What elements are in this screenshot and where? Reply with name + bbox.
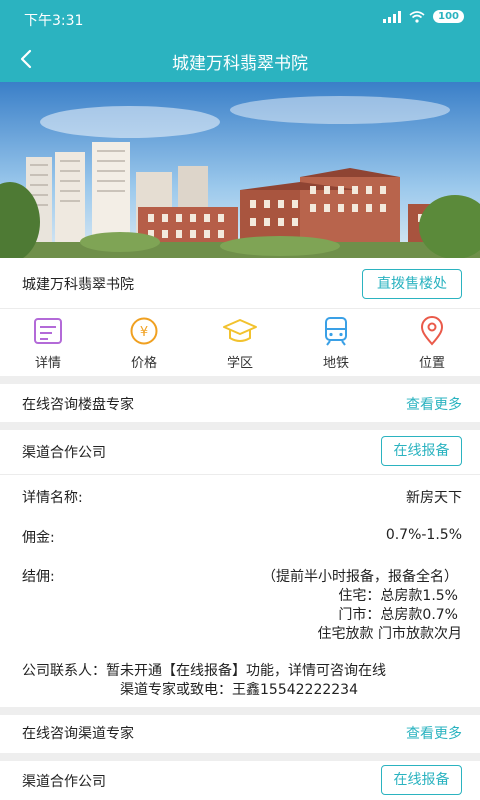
detail-name-label: 详情名称:	[22, 490, 83, 506]
nav-bar: 城建万科翡翠书院	[0, 36, 480, 82]
quick-action-school[interactable]: 学区	[192, 312, 288, 372]
subway-icon	[325, 317, 347, 346]
divider	[0, 308, 480, 309]
status-bar: 下午3:31 100	[0, 0, 480, 36]
section-gap	[0, 753, 480, 761]
quick-action-location[interactable]: 位置	[384, 312, 480, 372]
quick-action-label: 地铁	[322, 356, 349, 371]
quick-action-details[interactable]: 详情	[0, 312, 96, 372]
yen-coin-icon: ¥	[130, 317, 158, 345]
location-pin-icon	[420, 316, 444, 346]
project-banner-image	[0, 82, 480, 258]
section-gap	[0, 422, 480, 430]
quick-action-label: 位置	[418, 356, 445, 371]
partner-company-row: 渠道合作公司 在线报备	[0, 761, 480, 800]
contact-line-1: 公司联系人：暂未开通【在线报备】功能，详情可咨询在线	[22, 663, 386, 679]
section-gap	[0, 376, 480, 384]
quick-action-label: 价格	[130, 356, 157, 371]
status-time: 下午3:31	[24, 13, 84, 29]
consult-channel-row[interactable]: 在线咨询渠道专家 查看更多	[0, 715, 480, 753]
settlement-shop: 门市：总房款0.7%	[338, 607, 458, 623]
section-gap	[0, 707, 480, 715]
partner-company-label: 渠道合作公司	[22, 774, 106, 790]
battery-icon: 100	[433, 10, 464, 23]
commission-value: 0.7%-1.5%	[385, 527, 462, 543]
quick-action-label: 学区	[226, 356, 253, 371]
project-header: 城建万科翡翠书院 直拨售楼处	[0, 258, 480, 308]
settlement-label: 结佣:	[22, 569, 55, 585]
call-sales-office-button[interactable]: 直拨售楼处	[362, 269, 462, 299]
signal-icon	[383, 10, 402, 23]
detail-name-value: 新房天下	[406, 490, 462, 506]
online-report-button[interactable]: 在线报备	[381, 436, 462, 466]
page-title: 城建万科翡翠书院	[172, 54, 308, 74]
settlement-note: （提前半小时报备，报备全名）	[262, 569, 458, 585]
quick-action-price[interactable]: ¥ 价格	[96, 312, 192, 372]
project-name: 城建万科翡翠书院	[22, 277, 134, 293]
consult-sales-row[interactable]: 在线咨询楼盘专家 查看更多	[0, 384, 480, 422]
view-more-link[interactable]: 查看更多	[406, 394, 462, 414]
online-report-button[interactable]: 在线报备	[381, 765, 462, 795]
document-icon	[34, 318, 62, 344]
view-more-link[interactable]: 查看更多	[406, 723, 462, 743]
settlement-residential: 住宅：总房款1.5%	[338, 588, 458, 604]
settlement-payout: 住宅放款 门市放款次月	[317, 626, 462, 642]
commission-label: 佣金:	[22, 530, 55, 546]
svg-text:¥: ¥	[140, 325, 148, 340]
commission-details: 详情名称: 新房天下 佣金: 0.7%-1.5% 结佣: （提前半小时报备，报备…	[0, 475, 480, 707]
graduation-cap-icon	[223, 319, 257, 342]
quick-action-label: 详情	[34, 356, 61, 371]
contact-line-2: 渠道专家或致电：王鑫15542222234	[120, 682, 358, 698]
partner-company-row: 渠道合作公司 在线报备	[0, 430, 480, 474]
partner-company-label: 渠道合作公司	[22, 445, 106, 461]
wifi-icon	[409, 10, 425, 23]
quick-action-subway[interactable]: 地铁	[288, 312, 384, 372]
consult-channel-label: 在线咨询渠道专家	[22, 726, 134, 742]
consult-sales-label: 在线咨询楼盘专家	[22, 397, 134, 413]
